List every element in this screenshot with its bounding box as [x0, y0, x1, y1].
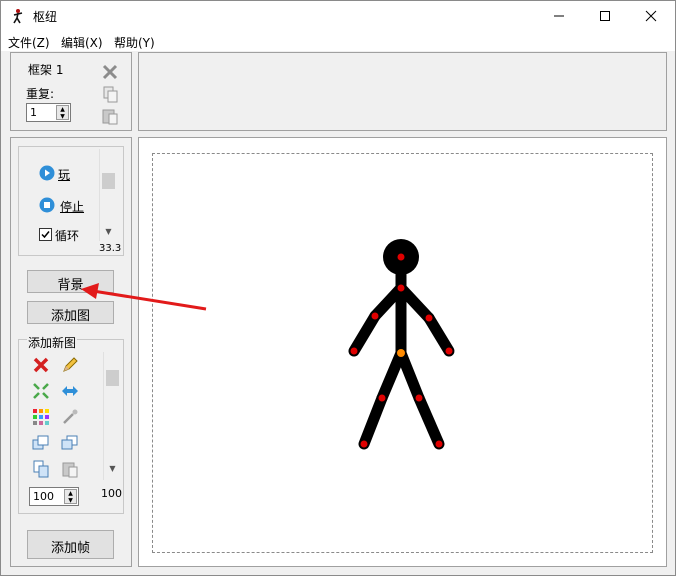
size-up-icon[interactable]: ▲	[65, 490, 76, 497]
figure-size-stepper[interactable]: 100 ▲ ▼	[29, 487, 79, 506]
repeat-value: 1	[30, 106, 37, 119]
stop-icon[interactable]	[39, 197, 55, 213]
stick-figure[interactable]	[139, 138, 666, 566]
loop-label: 循环	[55, 229, 80, 243]
drawing-canvas[interactable]	[138, 137, 667, 567]
maximize-button[interactable]	[582, 1, 628, 31]
annotation-arrow	[81, 283, 207, 311]
window-title: 枢纽	[33, 10, 58, 24]
play-icon[interactable]	[39, 165, 55, 181]
playback-box: 玩 停止 循环 ▼ 33.3	[18, 146, 124, 256]
copy-figure-icon[interactable]	[31, 459, 51, 479]
send-backward-icon[interactable]	[60, 433, 80, 453]
paste-figure-icon[interactable]	[60, 459, 80, 479]
tool-panel: 玩 停止 循环 ▼ 33.3 背景 添加图 添加新图 ▼ 100 ▲ ▼ 100…	[10, 137, 132, 567]
edit-figure-icon[interactable]	[60, 355, 80, 375]
color-figure-icon[interactable]	[31, 407, 51, 427]
frame-label: 框架 1	[28, 63, 64, 77]
close-window-button[interactable]	[628, 1, 674, 31]
bring-forward-icon[interactable]	[31, 433, 51, 453]
delete-frame-icon[interactable]	[100, 62, 120, 82]
frame-panel: 框架 1 重复: 1 ▲ ▼	[10, 52, 132, 131]
loop-checkbox[interactable]	[39, 228, 52, 241]
app-window: 枢纽 文件(Z) 编辑(X) 帮助(Y) 框架 1 重复: 1 ▲ ▼ 玩 停止…	[0, 0, 676, 576]
flip-figure-icon[interactable]	[60, 381, 80, 401]
figure-size-value: 100	[33, 490, 54, 503]
size-down-icon[interactable]: ▼	[65, 497, 76, 504]
copy-frame-icon[interactable]	[100, 84, 120, 104]
speed-value: 33.3	[99, 243, 122, 254]
stepper-down-icon[interactable]: ▼	[57, 113, 68, 120]
close-icon	[645, 10, 657, 22]
minimize-icon	[554, 15, 564, 17]
repeat-label: 重复:	[26, 87, 55, 101]
figure-list-scrollbar[interactable]: ▼	[103, 352, 120, 480]
pick-tool-icon[interactable]	[60, 407, 80, 427]
shrink-figure-icon[interactable]	[31, 381, 51, 401]
add-frame-button-label: 添加帧	[50, 541, 90, 556]
size-stepper-arrows[interactable]: ▲ ▼	[64, 489, 77, 504]
paste-frame-icon[interactable]	[100, 106, 120, 126]
speed-down-icon[interactable]: ▼	[100, 225, 117, 239]
minimize-button[interactable]	[536, 1, 582, 31]
menu-edit[interactable]: 编辑(X)	[61, 34, 103, 51]
repeat-stepper[interactable]: 1 ▲ ▼	[26, 103, 71, 122]
delete-figure-icon[interactable]	[31, 355, 51, 375]
menu-file[interactable]: 文件(Z)	[8, 34, 50, 51]
new-figure-label: 添加新图	[27, 334, 78, 351]
add-frame-button[interactable]: 添加帧	[27, 530, 114, 559]
speed-slider[interactable]: ▼	[99, 149, 116, 241]
speed-slider-thumb[interactable]	[102, 173, 115, 189]
check-icon	[41, 231, 50, 239]
figure-scroll-thumb[interactable]	[106, 370, 119, 386]
new-figure-box: 添加新图 ▼ 100 ▲ ▼ 100	[18, 334, 124, 514]
maximize-icon	[600, 11, 610, 21]
app-icon	[13, 9, 23, 24]
figure-scroll-down-icon[interactable]: ▼	[104, 462, 121, 476]
stop-link[interactable]: 停止	[60, 198, 84, 215]
stepper-up-icon[interactable]: ▲	[57, 106, 68, 113]
menu-bar: 文件(Z) 编辑(X) 帮助(Y)	[1, 31, 675, 51]
title-bar: 枢纽	[1, 1, 675, 31]
frame-timeline[interactable]	[138, 52, 667, 131]
menu-help[interactable]: 帮助(Y)	[114, 34, 155, 51]
play-link[interactable]: 玩	[58, 166, 70, 183]
stepper-arrows[interactable]: ▲ ▼	[56, 105, 69, 120]
figure-root-joint[interactable]	[397, 349, 405, 357]
figure-scroll-value: 100	[101, 487, 122, 500]
